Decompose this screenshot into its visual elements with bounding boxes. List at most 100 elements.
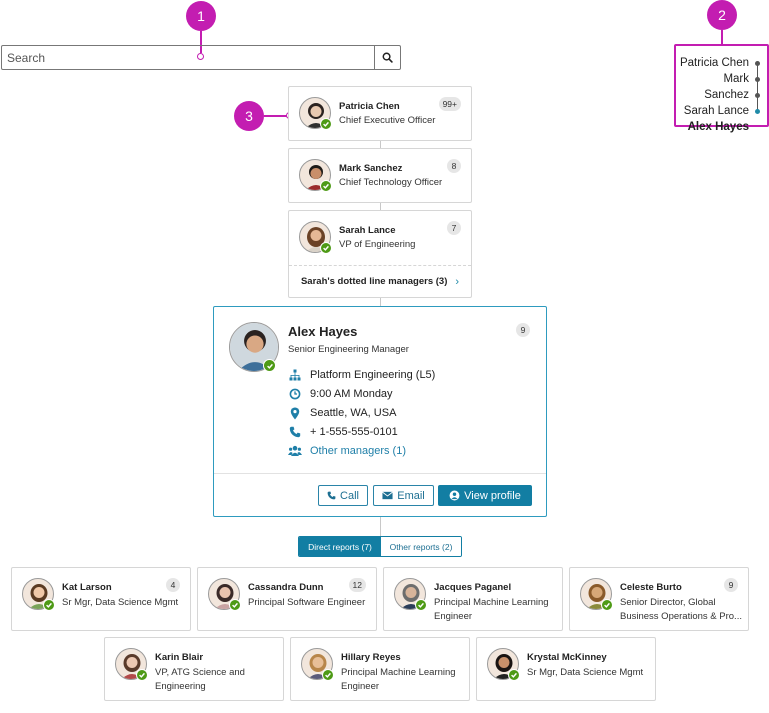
person-name: Patricia Chen [339,101,400,112]
report-card[interactable]: Cassandra Dunn Principal Software Enginee… [197,567,377,631]
person-title: Sr Mgr, Data Science Mgmt [62,597,179,608]
org-chart-icon [289,369,301,381]
breadcrumb-item-patricia-chen[interactable]: Patricia Chen [676,55,749,71]
manager-card-patricia-chen[interactable]: Patricia Chen Chief Executive Officer 99… [288,86,472,141]
dotted-line-managers-label: Sarah's dotted line managers (3) [300,276,448,287]
report-card[interactable]: Celeste Burto Senior Director, Global Bus… [569,567,749,631]
breadcrumb: Patricia Chen Mark Sanchez Sarah Lance A… [674,44,769,133]
location-pin-icon [290,407,300,419]
person-title: VP of Engineering [339,239,416,250]
time-text: 9:00 AM Monday [310,388,393,400]
online-status-icon [263,359,276,372]
report-card[interactable]: Karin Blair VP, ATG Science and Engineeri… [104,637,284,701]
person-title: Chief Executive Officer [339,115,436,126]
manager-card-sarah-lance[interactable]: Sarah Lance VP of Engineering 7 Sarah's … [288,210,472,298]
person-name: Cassandra Dunn [248,582,324,593]
report-count-badge: 9 [516,323,530,337]
breadcrumb-rail [757,63,758,111]
callout-line-2 [721,30,723,44]
online-status-icon [601,599,613,611]
phone-icon [289,426,301,438]
report-card[interactable]: Jacques Paganel Principal Machine Learnin… [383,567,563,631]
tab-direct-reports[interactable]: Direct reports (7) [299,537,381,556]
report-count-badge: 4 [166,578,180,592]
tab-other-reports[interactable]: Other reports (2) [381,537,461,556]
person-title: Principal Software Engineer [248,597,366,608]
person-name: Hillary Reyes [341,652,401,663]
report-card[interactable]: Hillary Reyes Principal Machine Learning … [290,637,470,701]
person-name: Mark Sanchez [339,163,403,174]
detail-org: Platform Engineering (L5) [288,367,435,383]
report-card[interactable]: Krystal McKinney Sr Mgr, Data Science Mgm… [476,637,656,701]
envelope-icon [382,491,394,500]
callout-marker-3: 3 [234,101,264,131]
callout-marker-2: 2 [707,0,737,30]
email-button-label: Email [397,489,425,502]
selected-person-card: Alex Hayes Senior Engineering Manager 9 … [213,306,547,517]
online-status-icon [322,669,334,681]
report-count-badge: 7 [447,221,461,235]
online-status-icon [415,599,427,611]
view-profile-button[interactable]: View profile [438,485,532,506]
clock-icon [289,388,301,400]
person-title: Principal Machine Learning Engineer [434,597,549,622]
call-button[interactable]: Call [318,485,368,506]
callout-line-3 [264,115,288,117]
selected-person-name: Alex Hayes [288,324,358,339]
search-button[interactable] [374,46,400,69]
group-icon [288,445,302,456]
person-title: Principal Machine Learning Engineer [341,667,456,692]
person-name: Sarah Lance [339,225,396,236]
person-name: Karin Blair [155,652,204,663]
callout-number: 3 [245,108,253,124]
breadcrumb-dot-current [755,109,760,114]
breadcrumb-item-mark-sanchez[interactable]: Mark Sanchez [676,71,749,103]
detail-location: Seattle, WA, USA [288,405,396,421]
callout-marker-1: 1 [186,1,216,31]
breadcrumb-dot [755,61,760,66]
report-card[interactable]: Kat Larson Sr Mgr, Data Science Mgmt 4 [11,567,191,631]
online-status-icon [43,599,55,611]
search-icon [382,52,393,63]
email-button[interactable]: Email [373,485,434,506]
reports-toggle: Direct reports (7) Other reports (2) [298,536,462,557]
connector-line [380,517,381,536]
search-input[interactable] [2,46,374,69]
person-title: Sr Mgr, Data Science Mgmt [527,667,644,678]
phone-icon [327,491,336,500]
other-managers-link[interactable]: Other managers (1) [310,445,406,457]
callout-number: 1 [197,8,205,24]
person-title: Senior Director, Global Business Operati… [620,597,742,622]
view-profile-button-label: View profile [464,489,521,502]
report-count-badge: 9 [724,578,738,592]
breadcrumb-dot [755,77,760,82]
detail-other-managers[interactable]: Other managers (1) [288,443,406,459]
phone-text: + 1-555-555-0101 [310,426,398,438]
online-status-icon [229,599,241,611]
online-status-icon [320,242,332,254]
report-count-badge: 99+ [438,97,461,111]
call-button-label: Call [340,489,359,502]
callout-number: 2 [718,7,726,23]
breadcrumb-item-sarah-lance[interactable]: Sarah Lance [676,103,749,119]
card-footer-divider [214,473,546,474]
breadcrumb-dot [755,93,760,98]
org-text: Platform Engineering (L5) [310,369,436,381]
report-count-badge: 12 [348,578,366,592]
online-status-icon [508,669,520,681]
person-title: VP, ATG Science and Engineering [155,667,245,692]
online-status-icon [320,118,332,130]
online-status-icon [320,180,332,192]
person-name: Krystal McKinney [527,652,607,663]
online-status-icon [136,669,148,681]
breadcrumb-item-alex-hayes: Alex Hayes [687,121,749,133]
location-text: Seattle, WA, USA [310,407,397,419]
person-name: Celeste Burto [620,582,682,593]
user-circle-icon [449,490,460,501]
person-name: Kat Larson [62,582,112,593]
chevron-right-icon: › [455,275,460,288]
connector-line [380,203,381,210]
dotted-line-managers-link[interactable]: Sarah's dotted line managers (3) › [289,265,471,297]
manager-card-mark-sanchez[interactable]: Mark Sanchez Chief Technology Officer 8 [288,148,472,203]
detail-phone: + 1-555-555-0101 [288,424,398,440]
